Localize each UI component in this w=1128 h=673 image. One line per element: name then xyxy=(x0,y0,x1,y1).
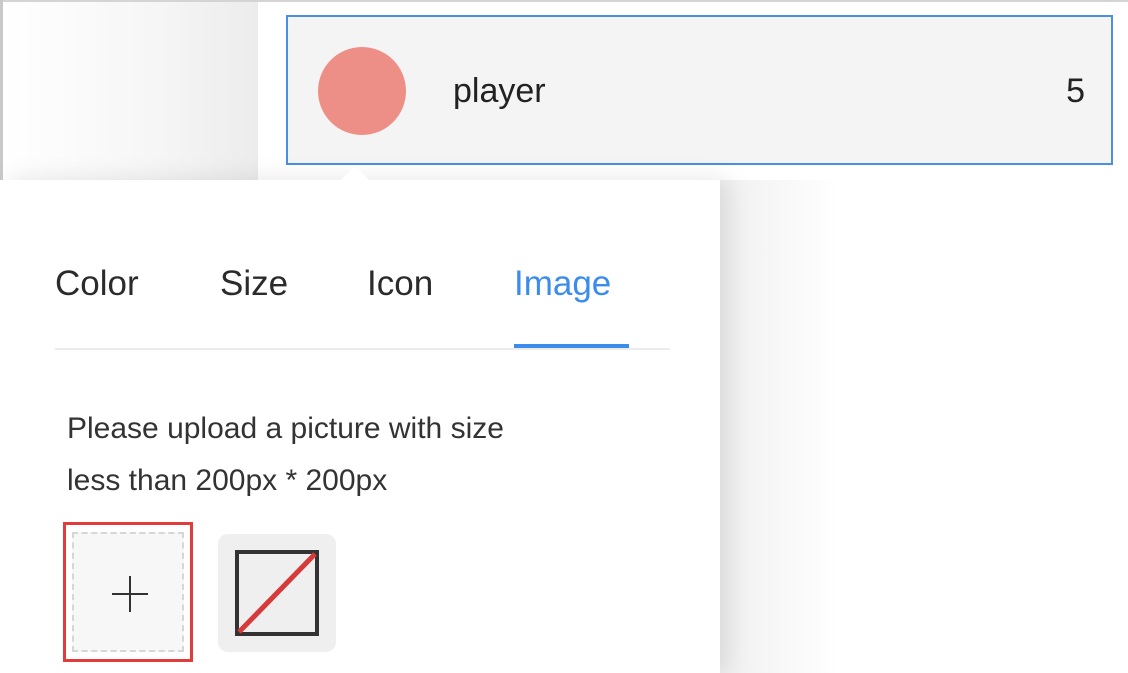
tab-image[interactable]: Image xyxy=(514,262,611,306)
style-tabs: Color Size Icon Image xyxy=(55,256,670,350)
legend-item-player[interactable]: player 5 xyxy=(286,15,1113,165)
top-divider xyxy=(0,0,1128,2)
active-tab-indicator xyxy=(514,344,629,348)
popover-side-shadow xyxy=(720,180,840,673)
tab-icon[interactable]: Icon xyxy=(367,262,433,306)
upload-hint: Please upload a picture with size less t… xyxy=(67,403,667,507)
no-image-option[interactable] xyxy=(218,534,336,652)
upload-hint-line-1: Please upload a picture with size xyxy=(67,412,504,445)
tab-color[interactable]: Color xyxy=(55,262,139,306)
plus-icon xyxy=(112,576,148,612)
upload-hint-line-2: less than 200px * 200px xyxy=(67,464,388,497)
upload-dropzone[interactable] xyxy=(72,532,184,652)
left-sidebar-shade xyxy=(0,0,258,180)
legend-item-count: 5 xyxy=(1066,72,1085,110)
legend-color-swatch xyxy=(318,47,406,135)
upload-image-button[interactable] xyxy=(63,522,193,662)
tab-size[interactable]: Size xyxy=(220,262,288,306)
legend-item-label: player xyxy=(453,72,546,110)
no-image-icon xyxy=(235,550,319,636)
